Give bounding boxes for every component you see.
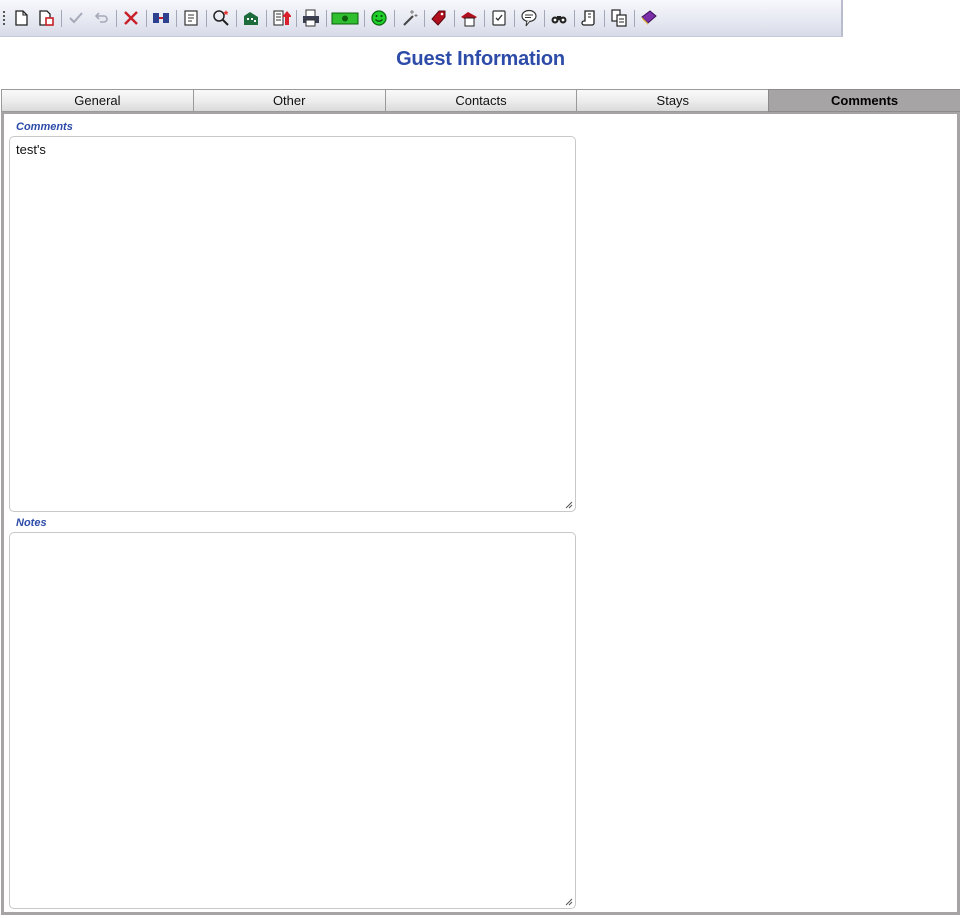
toolbar (0, 0, 843, 37)
new-document-icon[interactable] (11, 8, 31, 28)
smiley-icon[interactable] (369, 8, 389, 28)
copy-document-icon[interactable] (36, 8, 56, 28)
tag-icon[interactable] (429, 8, 449, 28)
export-icon[interactable] (271, 8, 291, 28)
print-icon[interactable] (301, 8, 321, 28)
tab-stays[interactable]: Stays (576, 89, 769, 112)
binoculars-icon[interactable] (549, 8, 569, 28)
merge-icon[interactable] (151, 8, 171, 28)
book-icon[interactable] (639, 8, 659, 28)
checklist-icon[interactable] (489, 8, 509, 28)
speech-bubble-icon[interactable] (519, 8, 539, 28)
comments-resize-grip-icon[interactable] (565, 501, 573, 509)
notes-label: Notes (16, 517, 47, 529)
comments-label: Comments (16, 121, 73, 133)
tab-general[interactable]: General (1, 89, 193, 112)
layers-icon[interactable] (459, 8, 479, 28)
notes-textarea[interactable] (9, 532, 576, 909)
scroll-icon[interactable] (579, 8, 599, 28)
search-star-icon[interactable] (211, 8, 231, 28)
delete-icon[interactable] (121, 8, 141, 28)
comments-panel: Comments test's Notes (1, 112, 960, 915)
toolbar-grip[interactable] (3, 11, 5, 25)
undo-icon[interactable] (91, 8, 111, 28)
tab-bar: General Other Contacts Stays Comments (1, 89, 960, 112)
page-title: Guest Information (396, 48, 565, 70)
comments-textarea[interactable]: test's (9, 136, 576, 512)
tab-contacts[interactable]: Contacts (384, 89, 577, 112)
checkmark-icon[interactable] (66, 8, 86, 28)
notes-resize-grip-icon[interactable] (565, 898, 573, 906)
tab-other[interactable]: Other (192, 89, 385, 112)
tab-comments[interactable]: Comments (768, 89, 960, 112)
copy-pages-icon[interactable] (609, 8, 629, 28)
money-icon[interactable] (331, 8, 359, 28)
magic-wand-icon[interactable] (399, 8, 419, 28)
building-icon[interactable] (241, 8, 261, 28)
form-icon[interactable] (181, 8, 201, 28)
